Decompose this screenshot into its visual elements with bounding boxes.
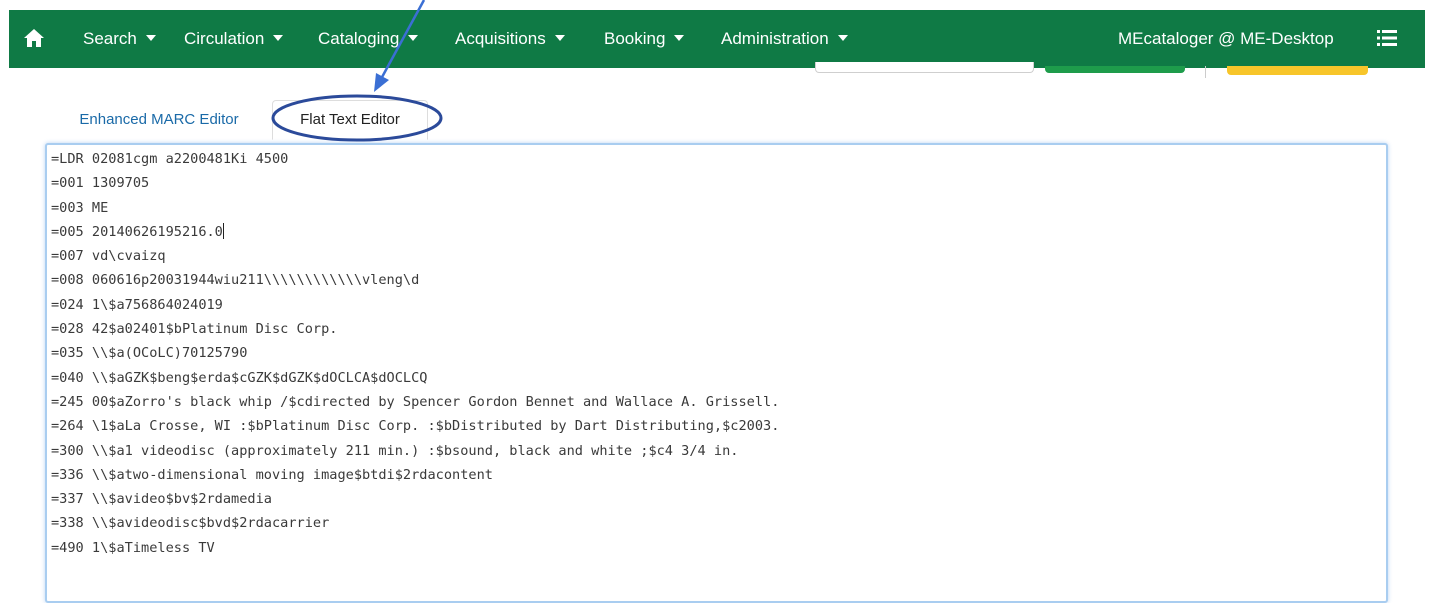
tab-enhanced-marc-editor[interactable]: Enhanced MARC Editor xyxy=(56,100,262,140)
chevron-down-icon xyxy=(837,35,848,41)
marc-field-text: =005 20140626195216.0 xyxy=(51,223,223,240)
current-user-workstation[interactable]: MEcataloger @ ME-Desktop xyxy=(1118,27,1334,51)
nav-cataloging-menu[interactable]: Cataloging xyxy=(318,27,419,51)
chevron-down-icon xyxy=(674,35,685,41)
marc-field-line: =024 1\$a756864024019 xyxy=(51,296,223,313)
nav-administration-menu[interactable]: Administration xyxy=(721,27,848,51)
callout-arrow-head xyxy=(374,73,389,92)
marc-field-line: =490 1\$aTimeless TV xyxy=(51,539,215,556)
chevron-down-icon xyxy=(145,35,156,41)
partially-hidden-input[interactable] xyxy=(815,62,1034,73)
marc-field-line: =008 060616p20031944wiu211\\\\\\\\\\\\vl… xyxy=(51,272,420,289)
marc-field-line: =264 \1$aLa Crosse, WI :$bPlatinum Disc … xyxy=(51,418,780,435)
marc-field-line-with-cursor: =005 20140626195216.0 xyxy=(51,220,779,244)
flat-text-editor-textarea[interactable]: =LDR 02081cgm a2200481Ki 4500 =001 13097… xyxy=(45,143,1388,603)
marc-field-line: =040 \\$aGZK$beng$erda$cGZK$dGZK$dOCLCA$… xyxy=(51,369,428,386)
marc-record-lines: =LDR 02081cgm a2200481Ki 4500 =001 13097… xyxy=(51,147,779,560)
nav-administration-label: Administration xyxy=(721,29,829,48)
nav-search-label: Search xyxy=(83,29,137,48)
nav-booking-menu[interactable]: Booking xyxy=(604,27,685,51)
nav-booking-label: Booking xyxy=(604,29,666,48)
marc-field-line: =337 \\$avideo$bv$2rdamedia xyxy=(51,491,272,508)
marc-field-line: =003 ME xyxy=(51,199,109,216)
nav-circulation-menu[interactable]: Circulation xyxy=(184,27,284,51)
marc-field-line: =001 1309705 xyxy=(51,175,150,192)
marc-field-line: =245 00$aZorro's black whip /$cdirected … xyxy=(51,393,780,410)
text-cursor xyxy=(222,222,224,239)
tab-flat-text-editor[interactable]: Flat Text Editor xyxy=(272,100,428,140)
nav-cataloging-label: Cataloging xyxy=(318,29,400,48)
marc-field-line: =300 \\$a1 videodisc (approximately 211 … xyxy=(51,442,739,459)
marc-field-line: =035 \\$a(OCoLC)70125790 xyxy=(51,345,248,362)
marc-field-line: =028 42$a02401$bPlatinum Disc Corp. xyxy=(51,321,338,338)
nav-acquisitions-label: Acquisitions xyxy=(455,29,546,48)
marc-field-line: =336 \\$atwo-dimensional moving image$bt… xyxy=(51,466,493,483)
editor-tabs: Enhanced MARC Editor Flat Text Editor xyxy=(56,100,1386,140)
marc-field-line: =LDR 02081cgm a2200481Ki 4500 xyxy=(51,151,289,167)
partially-hidden-action-button[interactable] xyxy=(1227,66,1368,75)
chevron-down-icon xyxy=(408,35,419,41)
chevron-down-icon xyxy=(273,35,284,41)
chevron-down-icon xyxy=(554,35,565,41)
top-navbar: Search Circulation Cataloging Acquisitio… xyxy=(9,10,1425,68)
nav-search-menu[interactable]: Search xyxy=(83,27,156,51)
nav-acquisitions-menu[interactable]: Acquisitions xyxy=(455,27,565,51)
nav-circulation-label: Circulation xyxy=(184,29,265,48)
marc-field-line: =338 \\$avideodisc$bvd$2rdacarrier xyxy=(51,515,330,532)
home-icon[interactable] xyxy=(23,27,45,49)
marc-field-line: =007 vd\cvaizq xyxy=(51,248,166,265)
partially-hidden-save-button[interactable] xyxy=(1045,66,1185,73)
toolbar-divider xyxy=(1205,66,1206,78)
hamburger-icon[interactable] xyxy=(1377,30,1397,46)
